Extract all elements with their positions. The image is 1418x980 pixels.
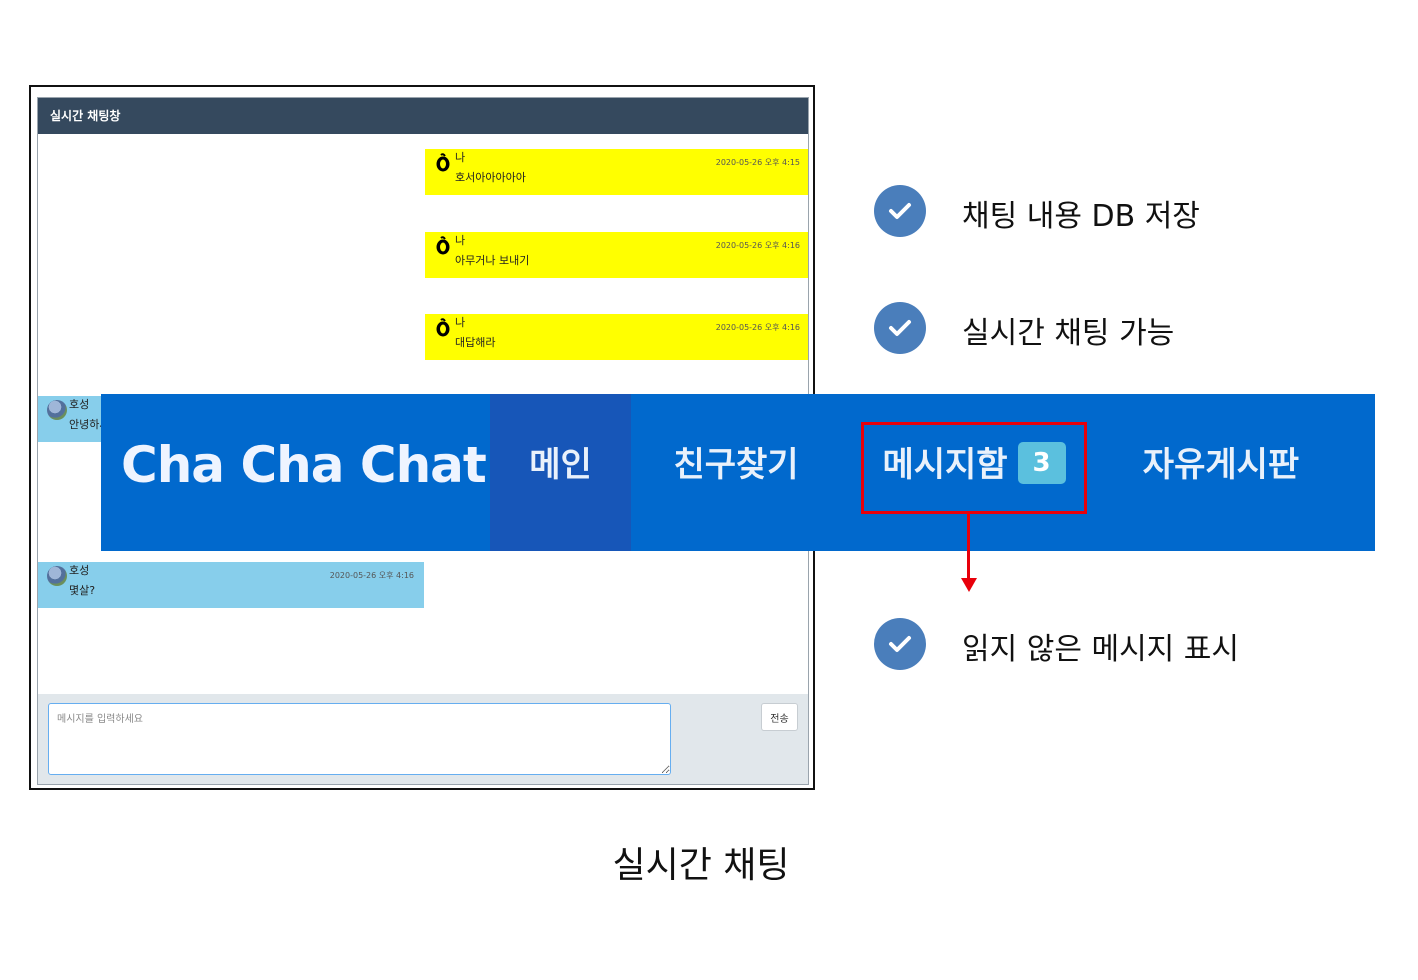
message-bubble-mine: 나 호서아아아아아 2020-05-26 오후 4:15 <box>425 149 808 195</box>
nav-item-label: 메인 <box>529 445 592 485</box>
feature-text: 채팅 내용 DB 저장 <box>962 199 1200 234</box>
message-sender: 나 <box>455 234 466 247</box>
check-icon <box>874 618 926 670</box>
feature-text: 실시간 채팅 가능 <box>962 316 1175 351</box>
message-text: 아무거나 보내기 <box>455 254 530 267</box>
brand-logo[interactable]: Cha Cha Chat <box>121 394 487 551</box>
message-input-area: 전송 <box>38 694 808 784</box>
message-time: 2020-05-26 오후 4:16 <box>715 323 800 332</box>
message-time: 2020-05-26 오후 4:16 <box>715 241 800 250</box>
arrow-down-icon <box>961 578 977 592</box>
top-navbar: Cha Cha Chat 메인 친구찾기 메시지함 3 자유게시판 <box>101 394 1375 551</box>
message-bubble-other: 호성 몇살? 2020-05-26 오후 4:16 <box>38 562 424 608</box>
message-bubble-mine: 나 아무거나 보내기 2020-05-26 오후 4:16 <box>425 232 808 278</box>
user-avatar-icon <box>436 236 450 255</box>
message-time: 2020-05-26 오후 4:15 <box>715 158 800 167</box>
user-avatar-icon <box>436 153 450 172</box>
friend-avatar <box>47 400 67 420</box>
user-avatar-icon <box>436 318 450 337</box>
message-sender: 호성 <box>69 398 90 411</box>
check-icon <box>874 302 926 354</box>
feature-text: 읽지 않은 메시지 표시 <box>962 632 1240 667</box>
nav-item-label: 자유게시판 <box>1142 445 1300 485</box>
nav-item-find-friends[interactable]: 친구찾기 <box>661 394 811 551</box>
highlight-box <box>861 422 1087 514</box>
arrow-line <box>967 514 970 580</box>
nav-item-label: 친구찾기 <box>673 445 799 485</box>
nav-item-main[interactable]: 메인 <box>490 394 631 551</box>
nav-item-free-board[interactable]: 자유게시판 <box>1131 394 1311 551</box>
message-text: 대답해라 <box>455 336 496 349</box>
message-sender: 호성 <box>69 564 90 577</box>
message-time: 2020-05-26 오후 4:16 <box>329 571 414 580</box>
message-text: 호서아아아아아 <box>455 171 526 184</box>
slide-caption: 실시간 채팅 <box>612 845 790 886</box>
message-bubble-mine: 나 대답해라 2020-05-26 오후 4:16 <box>425 314 808 360</box>
friend-avatar <box>47 566 67 586</box>
message-sender: 나 <box>455 151 466 164</box>
check-icon <box>874 185 926 237</box>
message-sender: 나 <box>455 316 466 329</box>
send-button[interactable]: 전송 <box>761 703 798 731</box>
chat-header-title: 실시간 채팅창 <box>38 98 808 134</box>
message-text: 몇살? <box>69 584 96 597</box>
message-input[interactable] <box>48 703 671 775</box>
